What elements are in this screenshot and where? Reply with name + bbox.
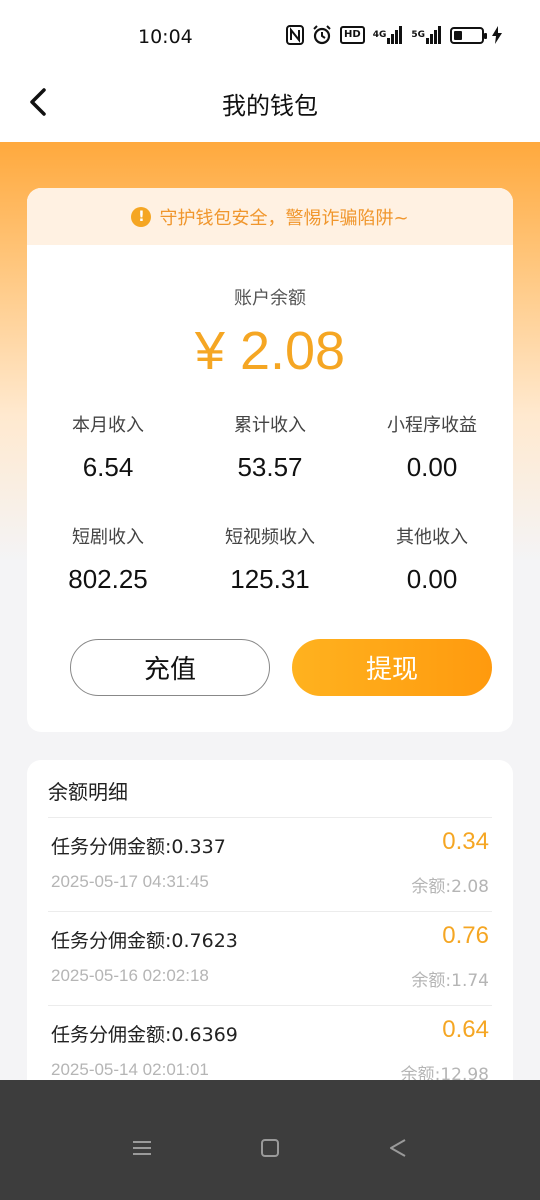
transaction-desc: 任务分佣金额:0.6369 [51, 1024, 238, 1046]
menu-button[interactable] [130, 1136, 154, 1160]
transaction-time: 2025-05-16 02:02:18 [51, 966, 209, 985]
transaction-item[interactable]: 任务分佣金额:0.337 0.34 2025-05-17 04:31:45 余额… [27, 818, 513, 912]
security-notice: ! 守护钱包安全，警惕诈骗陷阱~ [27, 188, 513, 245]
stat-value: 53.57 [237, 452, 303, 482]
stat-label: 本月收入 [72, 415, 144, 436]
stat-label: 短视频收入 [225, 527, 315, 548]
hd-icon: HD [340, 26, 365, 44]
nav-bar: 我的钱包 [0, 70, 540, 142]
status-time: 10:04 [138, 26, 193, 48]
stat-short-drama-income: 短剧收入 802.25 [27, 522, 189, 634]
balance-label: 账户余额 [234, 288, 306, 309]
warning-icon: ! [131, 206, 152, 227]
balance-details-title: 余额明细 [48, 780, 128, 804]
nfc-icon [286, 24, 305, 46]
stat-other-income: 其他收入 0.00 [351, 522, 513, 634]
signal-4g-icon: 4G [373, 24, 404, 46]
stat-miniprogram-income: 小程序收益 0.00 [351, 410, 513, 522]
stat-value: 0.00 [406, 452, 458, 482]
transaction-balance: 余额:2.08 [411, 877, 489, 897]
stat-value: 6.54 [82, 452, 134, 482]
stat-label: 短剧收入 [72, 527, 144, 548]
stat-label: 其他收入 [396, 527, 468, 548]
transaction-desc: 任务分佣金额:0.337 [51, 836, 226, 858]
stat-monthly-income: 本月收入 6.54 [27, 410, 189, 522]
transaction-amount: 0.76 [442, 922, 489, 949]
transaction-time: 2025-05-14 02:01:01 [51, 1060, 209, 1079]
home-icon [261, 1139, 279, 1157]
battery-icon [450, 24, 487, 46]
stat-label: 小程序收益 [387, 415, 477, 436]
stat-value: 125.31 [230, 564, 310, 594]
transaction-time: 2025-05-17 04:31:45 [51, 872, 209, 891]
transaction-balance: 余额:1.74 [411, 971, 489, 991]
status-bar: 10:04 HD 4G 5G [0, 0, 540, 70]
stats-row-1: 本月收入 6.54 累计收入 53.57 小程序收益 0.00 [27, 410, 513, 522]
menu-icon [133, 1141, 151, 1155]
status-icons: HD 4G 5G [286, 24, 502, 46]
wallet-card: ! 守护钱包安全，警惕诈骗陷阱~ 账户余额 ¥ 2.08 本月收入 6.54 累… [27, 188, 513, 732]
system-nav-bar [0, 1080, 540, 1200]
stat-label: 累计收入 [234, 415, 306, 436]
transaction-item[interactable]: 任务分佣金额:0.7623 0.76 2025-05-16 02:02:18 余… [27, 912, 513, 1006]
stat-total-income: 累计收入 53.57 [189, 410, 351, 522]
transaction-desc: 任务分佣金额:0.7623 [51, 930, 238, 952]
back-nav-button[interactable] [386, 1136, 410, 1160]
income-stats: 本月收入 6.54 累计收入 53.57 小程序收益 0.00 短剧收入 802… [27, 410, 513, 634]
transaction-amount: 0.34 [442, 828, 489, 855]
net-4g-label: 4G [372, 30, 387, 40]
stat-value: 0.00 [406, 564, 458, 594]
charging-icon [492, 24, 502, 46]
page-title: 我的钱包 [222, 92, 318, 120]
recharge-button[interactable]: 充值 [70, 639, 270, 696]
security-notice-text: 守护钱包安全，警惕诈骗陷阱~ [159, 207, 409, 229]
alarm-icon [312, 24, 332, 46]
transaction-amount: 0.64 [442, 1016, 489, 1043]
balance-details-card: 余额明细 任务分佣金额:0.337 0.34 2025-05-17 04:31:… [27, 760, 513, 1100]
stat-short-video-income: 短视频收入 125.31 [189, 522, 351, 634]
triangle-back-icon [390, 1139, 406, 1157]
stats-row-2: 短剧收入 802.25 短视频收入 125.31 其他收入 0.00 [27, 522, 513, 634]
stat-value: 802.25 [68, 564, 148, 594]
withdraw-button[interactable]: 提现 [292, 639, 492, 696]
balance-amount: ¥ 2.08 [194, 321, 346, 381]
net-5g-label: 5G [411, 30, 425, 40]
signal-5g-icon: 5G [411, 24, 442, 46]
home-button[interactable] [258, 1136, 282, 1160]
